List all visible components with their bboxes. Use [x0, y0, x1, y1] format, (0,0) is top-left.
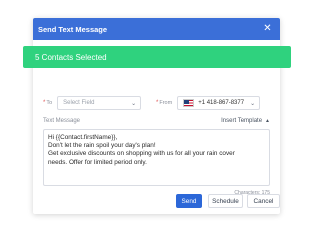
to-select-placeholder: Select Field	[63, 100, 95, 106]
message-line: needs. Offer for limited period only.	[48, 158, 147, 166]
to-select[interactable]: Select Field ⌄	[57, 96, 142, 110]
us-flag-icon	[183, 99, 195, 107]
cancel-button[interactable]: Cancel	[247, 194, 280, 208]
from-required-mark: *	[156, 100, 159, 106]
insert-template-label: Insert Template	[221, 118, 263, 124]
message-line: Don't let the rain spoil your day's plan…	[48, 142, 156, 150]
from-label: From	[159, 100, 173, 106]
message-line: Hi {{Contact.firstName}},	[48, 134, 118, 141]
message-line: Get exclusive discounts on shopping with…	[48, 150, 235, 158]
schedule-button[interactable]: Schedule	[208, 194, 243, 208]
insert-template-button[interactable]: Insert Template ▲	[221, 118, 270, 124]
banner-text: 5 Contacts Selected	[35, 52, 107, 62]
modal-title: Send Text Message	[38, 24, 108, 34]
contacts-selected-banner: 5 Contacts Selected	[23, 46, 291, 68]
to-required-mark: *	[43, 100, 46, 106]
close-icon[interactable]: ✕	[262, 23, 273, 34]
send-button[interactable]: Send	[176, 194, 202, 208]
from-phone-number: +1 418-867-8377	[198, 100, 245, 106]
from-select[interactable]: +1 418-867-8377 ⌄	[177, 96, 261, 110]
text-message-label: Text Message	[43, 118, 81, 124]
send-text-message-modal: Send Text Message ✕ 5 Contacts Selected …	[23, 18, 291, 214]
to-field-row: * To Select Field ⌄	[43, 96, 142, 110]
message-textarea[interactable]: Hi {{Contact.firstName}}, Don't let the …	[43, 129, 270, 186]
from-field-row: * From +1 418-867-8377 ⌄	[156, 96, 261, 110]
to-label: To	[46, 100, 53, 106]
chevron-down-icon: ⌄	[131, 101, 137, 107]
stage: Send Text Message ✕ 5 Contacts Selected …	[0, 0, 320, 240]
caret-up-icon: ▲	[265, 118, 270, 124]
modal-header: Send Text Message ✕	[33, 18, 280, 40]
chevron-down-icon: ⌄	[250, 101, 256, 107]
